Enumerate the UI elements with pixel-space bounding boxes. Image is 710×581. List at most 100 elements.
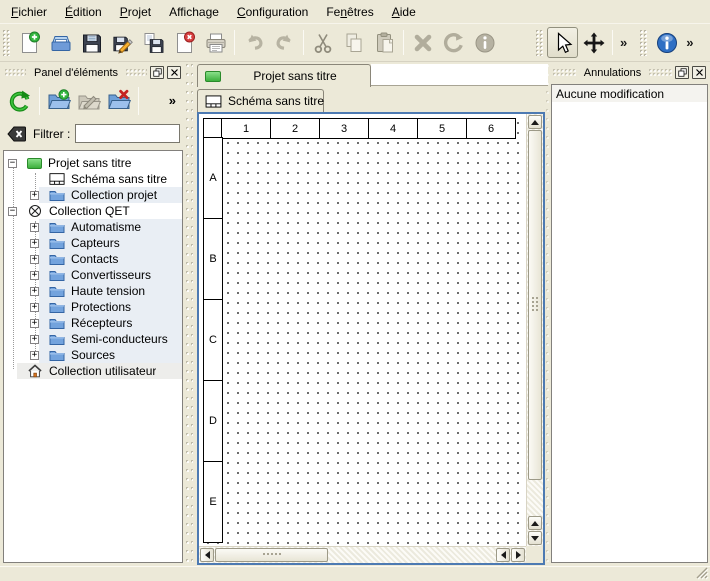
tree-item[interactable]: Collection utilisateur (4, 363, 182, 379)
close-panel-button[interactable] (692, 66, 706, 79)
menubar: Fichier Édition Projet Affichage Configu… (0, 0, 710, 23)
panel-toolbar-overflow-button[interactable]: » (169, 93, 181, 108)
save-button[interactable] (76, 27, 107, 58)
edit-category-button[interactable] (74, 85, 104, 117)
vertical-scrollbar[interactable] (526, 114, 543, 546)
undo-list-item[interactable]: Aucune modification (552, 85, 707, 102)
tree-item-label: Protections (71, 300, 131, 314)
filter-label: Filtrer : (33, 127, 70, 141)
horizontal-scrollbar[interactable] (199, 546, 526, 563)
open-project-button[interactable] (45, 27, 76, 58)
menu-item[interactable]: Édition (56, 1, 111, 23)
tree-item[interactable]: Contacts (4, 251, 182, 267)
tree-item[interactable]: Convertisseurs (4, 267, 182, 283)
redo-button[interactable] (269, 27, 300, 58)
close-panel-button[interactable] (167, 66, 181, 79)
scroll-left-button[interactable] (496, 548, 510, 562)
elements-tree[interactable]: Projet sans titre (3, 150, 183, 563)
print-button[interactable] (200, 27, 231, 58)
toolbar-overflow-button[interactable]: » (616, 35, 631, 50)
tree-item[interactable]: Capteurs (4, 235, 182, 251)
redo-icon (273, 31, 297, 55)
menu-item[interactable]: Fichier (2, 1, 56, 23)
tree-item[interactable]: Projet sans titre (4, 155, 182, 171)
copy-icon (342, 31, 366, 55)
down-arrow-icon (531, 536, 539, 541)
toolbar-overflow-button[interactable]: » (682, 35, 697, 50)
dock-texture (649, 69, 672, 77)
diagram-canvas[interactable]: 123456 ABCDE (199, 114, 526, 546)
folder-icon (49, 300, 65, 314)
tree-expander[interactable] (8, 207, 17, 216)
tree-item[interactable]: Récepteurs (4, 315, 182, 331)
save-all-button[interactable] (138, 27, 169, 58)
undo-history-list[interactable]: Aucune modification (551, 84, 708, 563)
paste-button[interactable] (369, 27, 400, 58)
select-tool-button[interactable] (547, 27, 578, 58)
reload-collections-button[interactable] (5, 85, 35, 117)
tree-expander[interactable] (30, 255, 39, 264)
tree-expander[interactable] (30, 287, 39, 296)
menu-item[interactable]: Configuration (228, 1, 317, 23)
scroll-right-button[interactable] (511, 548, 525, 562)
tree-expander[interactable] (8, 159, 17, 168)
delete-category-button[interactable] (104, 85, 134, 117)
menu-item[interactable]: Aide (383, 1, 425, 23)
toolbar-drag-handle[interactable] (3, 30, 11, 56)
print-icon (204, 31, 228, 55)
row-header: D (203, 380, 223, 462)
tree-expander[interactable] (30, 191, 39, 200)
scroll-up-button[interactable] (528, 516, 542, 530)
tree-expander[interactable] (30, 351, 39, 360)
tree-expander[interactable] (30, 223, 39, 232)
float-panel-button[interactable] (150, 66, 164, 79)
information-button[interactable] (469, 27, 500, 58)
tree-item[interactable]: Sources (4, 347, 182, 363)
toolbar-drag-handle[interactable] (536, 30, 544, 56)
delete-button[interactable] (407, 27, 438, 58)
close-document-button[interactable] (169, 27, 200, 58)
float-icon (153, 68, 162, 77)
menu-item[interactable]: Projet (111, 1, 160, 23)
save-all-icon (142, 31, 166, 55)
undo-button[interactable] (238, 27, 269, 58)
menu-item[interactable]: Affichage (160, 1, 228, 23)
vertical-scrollbar-thumb[interactable] (528, 130, 542, 480)
tree-item[interactable]: Haute tension (4, 283, 182, 299)
new-document-button[interactable] (14, 27, 45, 58)
status-bar (0, 566, 710, 581)
filter-input[interactable] (75, 124, 180, 143)
tree-expander[interactable] (30, 335, 39, 344)
tree-item[interactable]: Schéma sans titre (4, 171, 182, 187)
scroll-left-button[interactable] (200, 548, 214, 562)
tree-item[interactable]: Collection QET (4, 203, 182, 219)
scroll-down-button[interactable] (528, 531, 542, 545)
float-panel-button[interactable] (675, 66, 689, 79)
tree-expander[interactable] (30, 239, 39, 248)
tree-expander[interactable] (30, 319, 39, 328)
tree-item-label: Sources (71, 348, 115, 362)
tree-item[interactable]: Automatisme (4, 219, 182, 235)
tree-expander[interactable] (30, 271, 39, 280)
splitter-handle[interactable] (186, 64, 193, 563)
resize-grip-icon[interactable] (696, 567, 709, 580)
tab-schema[interactable]: Schéma sans titre (197, 89, 324, 112)
save-as-button[interactable] (107, 27, 138, 58)
up-arrow-icon (531, 521, 539, 526)
horizontal-scrollbar-thumb[interactable] (215, 548, 328, 562)
cut-button[interactable] (307, 27, 338, 58)
copy-button[interactable] (338, 27, 369, 58)
move-tool-button[interactable] (578, 27, 609, 58)
clear-filter-button[interactable] (6, 125, 28, 143)
diagram-information-button[interactable] (651, 27, 682, 58)
tree-item[interactable]: Protections (4, 299, 182, 315)
rotate-button[interactable] (438, 27, 469, 58)
tree-item[interactable]: Collection projet (4, 187, 182, 203)
tree-item[interactable]: Semi-conducteurs (4, 331, 182, 347)
tree-expander[interactable] (30, 303, 39, 312)
new-category-button[interactable] (44, 85, 74, 117)
scroll-up-button[interactable] (528, 115, 542, 129)
menu-item[interactable]: Fenêtres (317, 1, 382, 23)
tab-project[interactable]: Projet sans titre (197, 64, 371, 87)
toolbar-drag-handle[interactable] (640, 30, 648, 56)
